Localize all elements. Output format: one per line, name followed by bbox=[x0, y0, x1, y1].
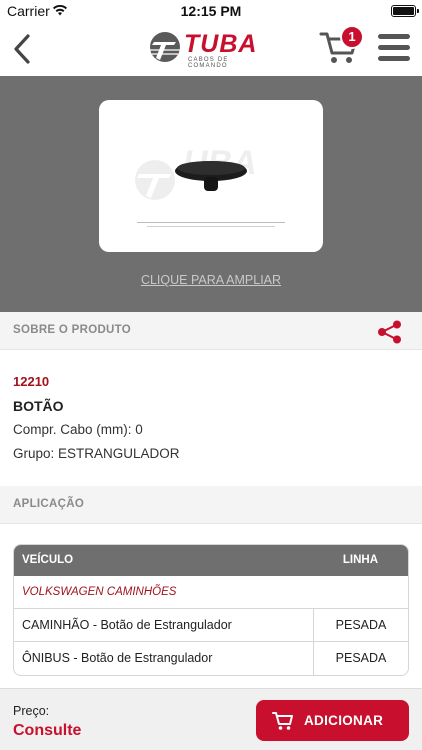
section-title-application: APLICAÇÃO bbox=[13, 498, 85, 510]
vehicle-cell: ÔNIBUS - Botão de Estrangulador bbox=[14, 642, 314, 675]
battery-icon bbox=[391, 5, 419, 17]
column-header-vehicle: VEÍCULO bbox=[22, 554, 74, 566]
cable-length: Compr. Cabo (mm): 0 bbox=[13, 422, 143, 437]
clock: 12:15 PM bbox=[180, 3, 242, 19]
vehicle-cell: CAMINHÃO - Botão de Estrangulador bbox=[14, 609, 314, 641]
table-header: VEÍCULO LINHA bbox=[14, 545, 408, 576]
price-value: Consulte bbox=[13, 722, 82, 739]
application-header: APLICAÇÃO bbox=[0, 486, 422, 524]
logo-emblem-icon bbox=[150, 32, 180, 62]
share-button[interactable] bbox=[377, 320, 403, 344]
add-button-label: ADICIONAR bbox=[304, 713, 384, 728]
status-bar: Carrier 12:15 PM bbox=[0, 0, 422, 22]
logo-subtitle: CABOS DE COMANDO bbox=[188, 57, 229, 69]
product-photo: UBA bbox=[135, 144, 285, 227]
top-nav-bar: TUBA CABOS DE COMANDO 1 bbox=[0, 22, 422, 76]
product-image-area: UBA CLIQUE PARA AMPLIAR bbox=[0, 76, 422, 312]
chevron-left-icon bbox=[14, 34, 30, 64]
menu-button[interactable] bbox=[378, 34, 410, 62]
application-table: VEÍCULO LINHA VOLKSWAGEN CAMINHÕES CAMIN… bbox=[13, 544, 409, 676]
product-name: BOTÃO bbox=[13, 398, 64, 414]
about-product-header: SOBRE O PRODUTO bbox=[0, 312, 422, 350]
cart-icon bbox=[272, 712, 293, 730]
enlarge-image-link[interactable]: CLIQUE PARA AMPLIAR bbox=[0, 273, 422, 287]
line-cell: PESADA bbox=[335, 651, 387, 665]
tuba-logo: TUBA CABOS DE COMANDO bbox=[148, 28, 260, 69]
product-image-card[interactable]: UBA bbox=[99, 100, 323, 252]
cart-count-badge[interactable]: 1 bbox=[340, 25, 364, 49]
vehicle-brand: VOLKSWAGEN CAMINHÕES bbox=[22, 586, 177, 598]
add-to-cart-button[interactable]: ADICIONAR bbox=[256, 700, 409, 741]
column-header-line: LINHA bbox=[342, 554, 378, 566]
table-row: CAMINHÃO - Botão de Estrangulador PESADA bbox=[14, 609, 408, 642]
section-title-about: SOBRE O PRODUTO bbox=[13, 324, 132, 336]
brand-group-row: VOLKSWAGEN CAMINHÕES bbox=[14, 576, 408, 609]
product-code: 12210 bbox=[13, 374, 50, 389]
hamburger-menu-icon bbox=[378, 34, 410, 61]
product-info: 12210 BOTÃO Compr. Cabo (mm): 0 Grupo: E… bbox=[0, 350, 422, 486]
product-group: Grupo: ESTRANGULADOR bbox=[13, 446, 180, 461]
back-button[interactable] bbox=[10, 32, 34, 66]
line-cell: PESADA bbox=[335, 618, 387, 632]
price-label: Preço: bbox=[13, 704, 50, 718]
bottom-price-bar: Preço: Consulte ADICIONAR bbox=[0, 688, 422, 750]
logo-wordmark: TUBA bbox=[184, 30, 258, 58]
table-row: ÔNIBUS - Botão de Estrangulador PESADA bbox=[14, 642, 408, 675]
